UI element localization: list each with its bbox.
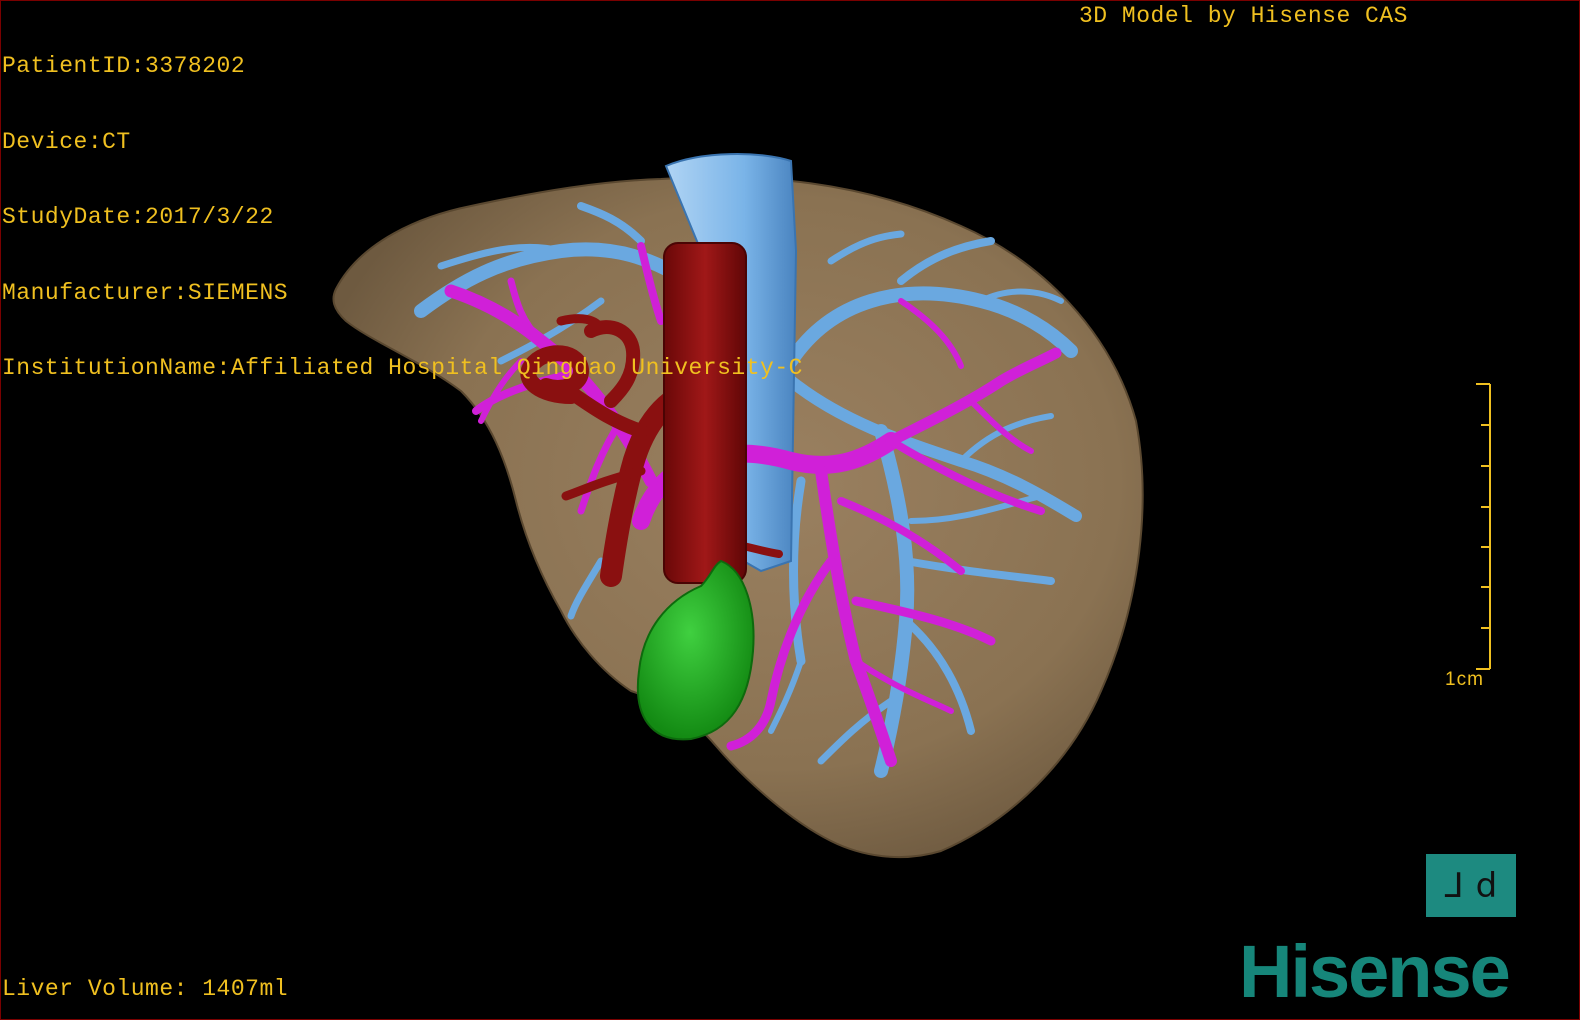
orientation-left-icon: ⅃ xyxy=(1444,865,1464,906)
model-credit: 3D Model by Hisense CAS xyxy=(1079,3,1408,29)
institution-name: InstitutionName:Affiliated Hospital Qing… xyxy=(2,355,803,381)
view-orientation-button[interactable]: ⅃ d xyxy=(1426,854,1516,917)
scale-bar xyxy=(1476,383,1491,670)
study-date: StudyDate:2017/3/22 xyxy=(2,204,274,230)
scale-label: 1cm xyxy=(1445,669,1484,690)
hisense-logo: Hisense xyxy=(1239,930,1511,1013)
viewer-viewport[interactable]: PatientID:3378202 Device:CT StudyDate:20… xyxy=(0,0,1580,1020)
device-label: Device:CT xyxy=(2,128,131,155)
orientation-right-icon: d xyxy=(1475,865,1498,906)
patient-id: PatientID:3378202 xyxy=(2,53,246,79)
patient-info-overlay: PatientID:3378202 Device:CT StudyDate:20… xyxy=(2,4,803,432)
manufacturer: Manufacturer:SIEMENS xyxy=(2,279,289,306)
liver-volume-readout: Liver Volume: 1407ml xyxy=(2,976,289,1002)
